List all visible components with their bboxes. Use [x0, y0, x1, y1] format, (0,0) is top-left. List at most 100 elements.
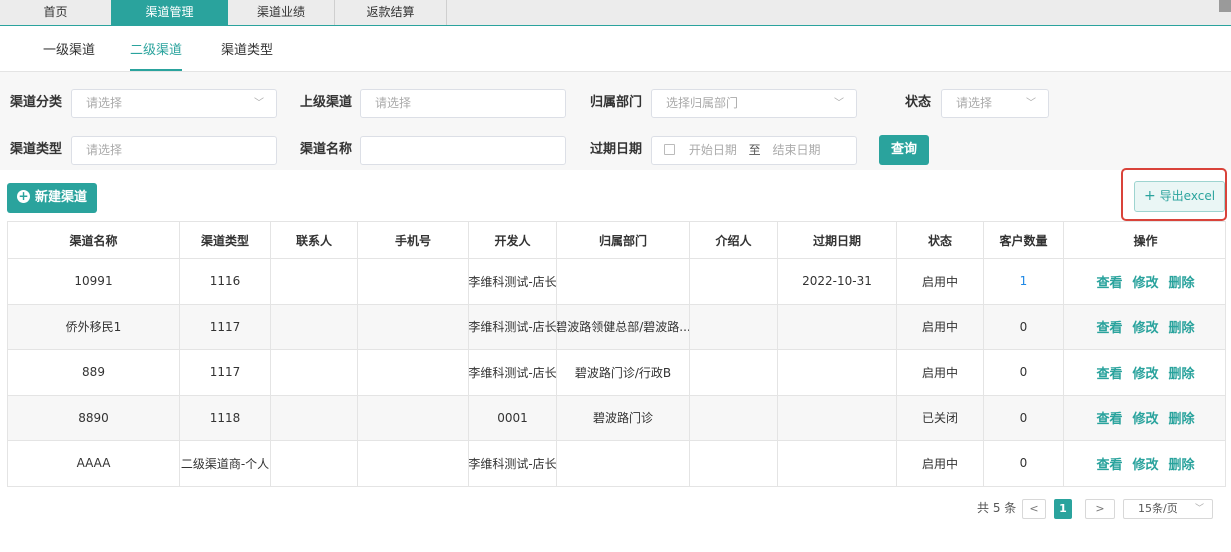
channel-type-input[interactable]: 请选择 — [71, 136, 277, 165]
export-excel-label: 导出excel — [1159, 189, 1216, 203]
filter-panel: 渠道分类 请选择 ﹀ 上级渠道 请选择 归属部门 选择归属部门 ﹀ 状态 请选择… — [0, 72, 1231, 170]
cell-channel-type: 1116 — [180, 259, 271, 304]
cell-phone — [358, 350, 469, 395]
chevron-down-icon: ﹀ — [1194, 504, 1204, 514]
sub-tab-bar: 一级渠道 二级渠道 渠道类型 — [0, 27, 1231, 72]
column-header: 联系人 — [271, 222, 358, 258]
top-tab-channel-management[interactable]: 渠道管理 — [111, 0, 228, 25]
next-page-button[interactable]: > — [1085, 499, 1115, 519]
date-range-separator: 至 — [748, 143, 761, 157]
expiry-date-range-picker[interactable]: 开始日期 至 结束日期 — [651, 136, 857, 165]
page-size-select[interactable]: 15条/页 ﹀ — [1123, 499, 1213, 519]
delete-button[interactable]: 删除 — [1169, 408, 1195, 427]
cell-contact — [271, 441, 358, 486]
cell-channel-type: 二级渠道商-个人 — [180, 441, 271, 486]
corner-button[interactable] — [1219, 0, 1231, 12]
cell-contact — [271, 395, 358, 440]
cell-expiry-date — [778, 350, 897, 395]
cell-contact — [271, 259, 358, 304]
column-header: 状态 — [897, 222, 984, 258]
delete-button[interactable]: 删除 — [1169, 272, 1195, 291]
plus-icon: + — [1143, 188, 1156, 204]
chevron-down-icon: ﹀ — [834, 98, 844, 109]
edit-button[interactable]: 修改 — [1132, 454, 1158, 473]
table-row: AAAA 二级渠道商-个人 李维科测试-店长 启用中 0 查看 修改 删除 — [8, 441, 1225, 487]
calendar-icon — [664, 144, 675, 155]
sub-tab-level-one[interactable]: 一级渠道 — [43, 39, 95, 71]
sub-tab-label: 渠道类型 — [221, 43, 274, 58]
department-select[interactable]: 选择归属部门 ﹀ — [651, 89, 857, 118]
status-select[interactable]: 请选择 ﹀ — [941, 89, 1049, 118]
pagination-total: 共 5 条 — [977, 501, 1017, 515]
new-channel-button[interactable]: + 新建渠道 — [7, 183, 97, 213]
edit-button[interactable]: 修改 — [1132, 363, 1158, 382]
cell-channel-type: 1117 — [180, 304, 271, 349]
cell-customer-count: 0 — [984, 395, 1064, 440]
view-button[interactable]: 查看 — [1096, 454, 1122, 473]
view-button[interactable]: 查看 — [1096, 363, 1122, 382]
column-header: 渠道类型 — [180, 222, 271, 258]
cell-status: 启用中 — [897, 441, 984, 486]
delete-button[interactable]: 删除 — [1169, 363, 1195, 382]
delete-button[interactable]: 删除 — [1169, 317, 1195, 336]
column-header: 操作 — [1133, 233, 1158, 248]
edit-button[interactable]: 修改 — [1132, 317, 1158, 336]
cell-department: 碧波路领健总部/碧波路... — [557, 304, 690, 349]
delete-button[interactable]: 删除 — [1169, 454, 1195, 473]
edit-button[interactable]: 修改 — [1132, 272, 1158, 291]
customer-count-link[interactable]: 1 — [1020, 274, 1028, 288]
cell-referrer — [690, 350, 778, 395]
view-button[interactable]: 查看 — [1096, 317, 1122, 336]
expiry-date-label: 过期日期 — [590, 142, 643, 157]
export-excel-button[interactable]: + 导出excel — [1134, 181, 1225, 212]
category-select[interactable]: 请选择 ﹀ — [71, 89, 277, 118]
new-channel-label: 新建渠道 — [35, 190, 88, 205]
channel-type-label: 渠道类型 — [10, 142, 63, 157]
cell-expiry-date — [778, 304, 897, 349]
sub-tab-channel-type[interactable]: 渠道类型 — [221, 39, 273, 71]
cell-status: 启用中 — [897, 259, 984, 304]
page-size-value: 15条/页 — [1138, 502, 1178, 515]
cell-developer: 李维科测试-店长 — [469, 304, 557, 349]
cell-operations: 查看 修改 删除 — [1064, 396, 1227, 441]
table-row: 侨外移民1 1117 李维科测试-店长 碧波路领健总部/碧波路... 启用中 0… — [8, 304, 1225, 350]
channel-name-input[interactable] — [360, 136, 566, 165]
cell-phone — [358, 304, 469, 349]
table-row: 10991 1116 李维科测试-店长 2022-10-31 启用中 1 查看 … — [8, 259, 1225, 305]
start-date-placeholder: 开始日期 — [688, 143, 737, 157]
department-label: 归属部门 — [590, 95, 643, 110]
parent-channel-input[interactable]: 请选择 — [360, 89, 566, 118]
top-tab-home[interactable]: 首页 — [0, 0, 111, 25]
cell-customer-count: 0 — [984, 304, 1064, 349]
category-placeholder: 请选择 — [86, 96, 123, 110]
cell-phone — [358, 395, 469, 440]
cell-operations: 查看 修改 删除 — [1064, 259, 1227, 304]
cell-developer: 李维科测试-店长 — [469, 441, 557, 486]
cell-contact — [271, 304, 358, 349]
query-button[interactable]: 查询 — [879, 135, 929, 165]
page-number-current[interactable]: 1 — [1054, 499, 1072, 519]
cell-operations: 查看 修改 删除 — [1064, 441, 1227, 486]
cell-status: 启用中 — [897, 350, 984, 395]
cell-referrer — [690, 304, 778, 349]
parent-channel-placeholder: 请选择 — [375, 96, 412, 110]
end-date-placeholder: 结束日期 — [772, 143, 821, 157]
top-tab-label: 返款结算 — [366, 5, 415, 19]
sub-tab-level-two[interactable]: 二级渠道 — [130, 39, 183, 71]
cell-department — [557, 441, 690, 486]
cell-referrer — [690, 259, 778, 304]
prev-page-button[interactable]: < — [1022, 499, 1046, 519]
category-label: 渠道分类 — [10, 95, 63, 110]
cell-developer: 0001 — [469, 395, 557, 440]
view-button[interactable]: 查看 — [1096, 408, 1122, 427]
edit-button[interactable]: 修改 — [1132, 408, 1158, 427]
top-tab-channel-performance[interactable]: 渠道业绩 — [228, 0, 335, 25]
column-header: 客户数量 — [984, 222, 1064, 258]
cell-channel-type: 1117 — [180, 350, 271, 395]
cell-expiry-date — [778, 395, 897, 440]
cell-expiry-date — [778, 441, 897, 486]
view-button[interactable]: 查看 — [1096, 272, 1122, 291]
top-tab-rebate-settlement[interactable]: 返款结算 — [335, 0, 447, 25]
cell-referrer — [690, 441, 778, 486]
chevron-down-icon: ﹀ — [1026, 98, 1036, 109]
